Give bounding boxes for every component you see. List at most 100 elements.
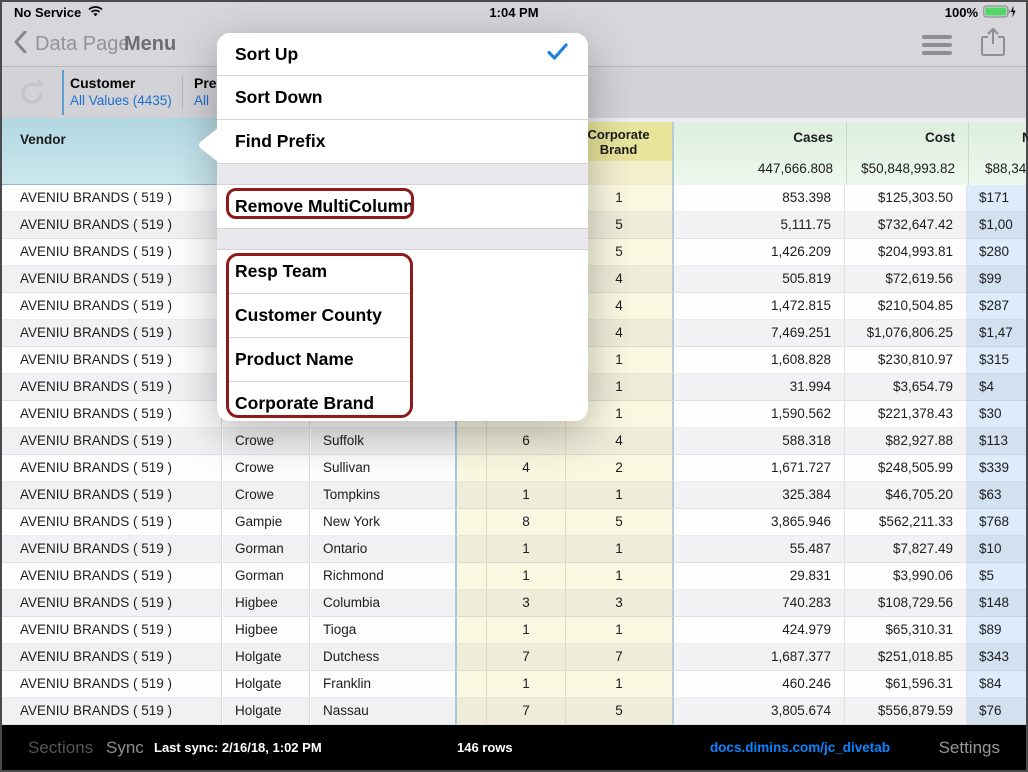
spacer-cell — [455, 698, 486, 725]
cases-cell: 3,865.946 — [672, 509, 844, 536]
table-row[interactable]: AVENIU BRANDS ( 519 )CroweSuffolk64588.3… — [2, 428, 1026, 455]
customer-county-cell: Nassau — [311, 698, 455, 725]
table-row[interactable]: AVENIU BRANDS ( 519 )GampieNew York853,8… — [2, 509, 1026, 536]
column-header-cost[interactable]: Cost — [846, 130, 955, 145]
premise-filter-value[interactable]: All — [194, 92, 217, 110]
menu-item-product-name-label: Product Name — [235, 349, 354, 370]
cases-cell: 55.487 — [672, 536, 844, 563]
customer-county-cell: Sullivan — [311, 455, 455, 482]
column-header-cases[interactable]: Cases — [674, 130, 833, 145]
column-options-popover: Sort UpSort DownFind Prefix Remove MultiC… — [217, 33, 588, 421]
customer-filter-value[interactable]: All Values (4435) — [70, 92, 172, 110]
table-row[interactable]: AVENIU BRANDS ( 519 )HolgateFranklin1146… — [2, 671, 1026, 698]
total-cases: 447,666.808 — [674, 161, 833, 176]
corporate-brand-count-cell: 1 — [565, 671, 672, 698]
vendor-cell: AVENIU BRANDS ( 519 ) — [2, 617, 222, 644]
back-button[interactable]: Data Page — [14, 23, 130, 66]
table-row[interactable]: AVENIU BRANDS ( 519 )CroweSullivan421,67… — [2, 455, 1026, 482]
table-row[interactable]: AVENIU BRANDS ( 519 )HigbeeTioga11424.97… — [2, 617, 1026, 644]
menu-item-sort-up[interactable]: Sort Up — [217, 33, 588, 75]
vendor-cell: AVENIU BRANDS ( 519 ) — [2, 698, 222, 725]
premise-filter-label: Pre — [194, 74, 217, 92]
table-row[interactable]: AVENIU BRANDS ( 519 )HolgateDutchess771,… — [2, 644, 1026, 671]
back-label: Data Page — [35, 33, 130, 56]
cases-cell: 3,805.674 — [672, 698, 844, 725]
cost-cell: $556,879.59 — [844, 698, 966, 725]
cost-cell: $732,647.42 — [844, 212, 966, 239]
column-header-vendor[interactable]: Vendor — [2, 118, 222, 185]
customer-county-cell: Tioga — [311, 617, 455, 644]
menu-item-resp-team[interactable]: Resp Team — [217, 250, 588, 293]
divetab-screen: No Service 1:04 PM 100% — [0, 0, 1028, 772]
product-name-count-cell: 6 — [486, 428, 565, 455]
customer-county-cell: Franklin — [311, 671, 455, 698]
table-row[interactable]: AVENIU BRANDS ( 519 )HigbeeColumbia33740… — [2, 590, 1026, 617]
nsp-cell-clipped: $63 — [966, 482, 1026, 509]
premise-filter[interactable]: Pre All — [194, 74, 217, 110]
nsp-cell-clipped: $339 — [966, 455, 1026, 482]
table-row[interactable]: AVENIU BRANDS ( 519 )HolgateNassau753,80… — [2, 698, 1026, 725]
customer-county-cell: Dutchess — [311, 644, 455, 671]
bottom-toolbar: Sections Sync Last sync: 2/16/18, 1:02 P… — [2, 725, 1026, 770]
vendor-cell: AVENIU BRANDS ( 519 ) — [2, 212, 222, 239]
cost-cell: $3,654.79 — [844, 374, 966, 401]
resp-team-cell: Gorman — [223, 536, 310, 563]
nsp-cell-clipped: $768 — [966, 509, 1026, 536]
menu-item-customer-county[interactable]: Customer County — [217, 294, 588, 337]
table-row[interactable]: AVENIU BRANDS ( 519 )GormanOntario1155.4… — [2, 536, 1026, 563]
table-row[interactable]: AVENIU BRANDS ( 519 )GormanRichmond1129.… — [2, 563, 1026, 590]
checkmark-icon — [547, 43, 568, 65]
corporate-brand-count-cell: 4 — [565, 428, 672, 455]
nsp-cell-clipped: $148 — [966, 590, 1026, 617]
cases-cell: 1,426.209 — [672, 239, 844, 266]
menu-item-corporate-brand[interactable]: Corporate Brand — [217, 382, 588, 421]
hamburger-menu-icon[interactable] — [922, 35, 952, 55]
vendor-cell: AVENIU BRANDS ( 519 ) — [2, 671, 222, 698]
customer-filter[interactable]: Customer All Values (4435) — [70, 74, 172, 110]
nsp-cell-clipped: $113 — [966, 428, 1026, 455]
nsp-cell-clipped: $287 — [966, 293, 1026, 320]
menu-item-remove-multicolumn[interactable]: Remove MultiColumn — [217, 185, 588, 228]
nsp-cell-clipped: $171 — [966, 185, 1026, 212]
customer-county-cell: Suffolk — [311, 428, 455, 455]
corporate-brand-count-cell: 1 — [565, 563, 672, 590]
share-icon[interactable] — [980, 27, 1006, 62]
resp-team-cell: Holgate — [223, 698, 310, 725]
resp-team-cell: Crowe — [223, 428, 310, 455]
menu-item-find-prefix[interactable]: Find Prefix — [217, 120, 588, 163]
cost-cell: $3,990.06 — [844, 563, 966, 590]
column-header-nsp-clipped[interactable]: N — [1022, 130, 1028, 145]
corporate-brand-count-cell: 5 — [565, 698, 672, 725]
cases-cell: 588.318 — [672, 428, 844, 455]
filter-divider — [62, 70, 64, 115]
cost-cell: $72,619.56 — [844, 266, 966, 293]
product-name-count-cell: 1 — [486, 617, 565, 644]
menu-item-product-name[interactable]: Product Name — [217, 338, 588, 381]
resp-team-cell: Gorman — [223, 563, 310, 590]
settings-button[interactable]: Settings — [939, 738, 1000, 758]
resp-team-cell: Crowe — [223, 482, 310, 509]
cases-cell: 853.398 — [672, 185, 844, 212]
spacer-cell — [455, 590, 486, 617]
docs-link[interactable]: docs.dimins.com/jc_divetab — [710, 740, 890, 755]
sync-button[interactable]: Sync — [106, 738, 144, 758]
spacer-cell — [455, 644, 486, 671]
cost-cell: $221,378.43 — [844, 401, 966, 428]
nsp-cell-clipped: $10 — [966, 536, 1026, 563]
cases-cell: 325.384 — [672, 482, 844, 509]
table-row[interactable]: AVENIU BRANDS ( 519 )CroweTompkins11325.… — [2, 482, 1026, 509]
cost-cell: $108,729.56 — [844, 590, 966, 617]
cases-cell: 1,687.377 — [672, 644, 844, 671]
sections-button[interactable]: Sections — [28, 738, 93, 758]
nsp-cell-clipped: $315 — [966, 347, 1026, 374]
corporate-brand-count-cell: 1 — [565, 536, 672, 563]
status-bar: No Service 1:04 PM 100% — [2, 2, 1026, 23]
nsp-cell-clipped: $5 — [966, 563, 1026, 590]
spacer-cell — [455, 536, 486, 563]
refresh-icon[interactable] — [16, 77, 48, 114]
menu-item-sort-down[interactable]: Sort Down — [217, 76, 588, 119]
spacer-cell — [455, 428, 486, 455]
product-name-count-cell: 1 — [486, 563, 565, 590]
nsp-cell-clipped: $280 — [966, 239, 1026, 266]
resp-team-cell: Gampie — [223, 509, 310, 536]
